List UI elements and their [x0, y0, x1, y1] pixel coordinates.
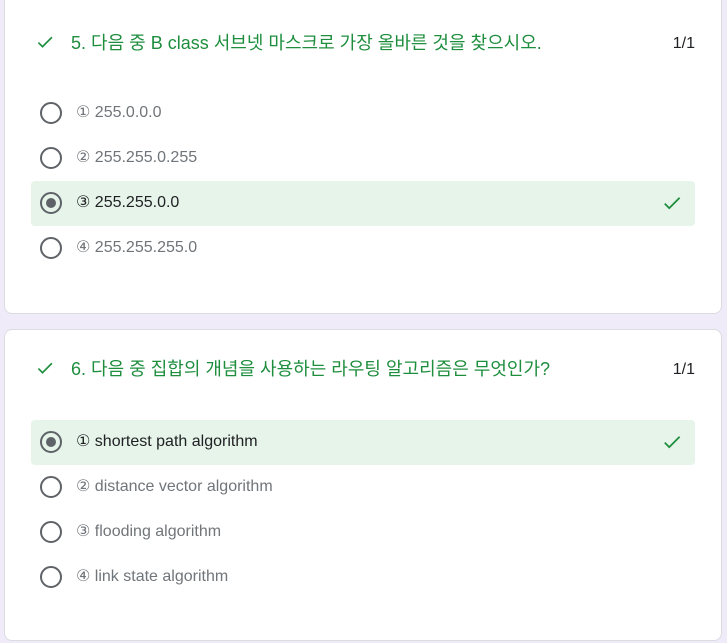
answer-option-selected-correct[interactable]: ① shortest path algorithm: [31, 420, 695, 465]
question-header: 5. 다음 중 B class 서브넷 마스크로 가장 올바른 것을 찾으시오.…: [5, 24, 721, 64]
radio-button[interactable]: [40, 566, 62, 588]
question-title: 5. 다음 중 B class 서브넷 마스크로 가장 올바른 것을 찾으시오.: [71, 33, 542, 53]
question-header: 6. 다음 중 집합의 개념을 사용하는 라우팅 알고리즘은 무엇인가? 1/1: [5, 350, 721, 390]
option-label: ② 255.255.0.255: [76, 149, 198, 166]
option-label: ③ 255.255.0.0: [76, 194, 180, 211]
answer-options: ① shortest path algorithm ② distance vec…: [31, 420, 695, 600]
radio-button-selected[interactable]: [40, 431, 62, 453]
radio-button[interactable]: [40, 147, 62, 169]
option-label: ① shortest path algorithm: [76, 433, 258, 450]
correct-answer-check-icon: [664, 197, 681, 210]
question-score: 1/1: [672, 35, 695, 52]
answer-option[interactable]: ④ 255.255.255.0: [31, 226, 695, 271]
radio-button-selected[interactable]: [40, 192, 62, 214]
answer-option[interactable]: ② distance vector algorithm: [31, 465, 695, 510]
correct-check-icon: [37, 362, 53, 374]
option-label: ① 255.0.0.0: [76, 104, 162, 121]
option-label: ② distance vector algorithm: [76, 478, 273, 495]
radio-button[interactable]: [40, 476, 62, 498]
radio-button[interactable]: [40, 521, 62, 543]
answer-option[interactable]: ② 255.255.0.255: [31, 136, 695, 181]
question-score: 1/1: [672, 361, 695, 378]
answer-option[interactable]: ④ link state algorithm: [31, 555, 695, 600]
option-label: ④ 255.255.255.0: [76, 239, 198, 256]
option-label: ④ link state algorithm: [76, 568, 229, 585]
answer-options: ① 255.0.0.0 ② 255.255.0.255 ③ 255.255.0.…: [31, 91, 695, 271]
answer-option[interactable]: ① 255.0.0.0: [31, 91, 695, 136]
radio-button[interactable]: [40, 237, 62, 259]
correct-check-icon: [37, 36, 53, 48]
answer-option[interactable]: ③ flooding algorithm: [31, 510, 695, 555]
question-card-6: 6. 다음 중 집합의 개념을 사용하는 라우팅 알고리즘은 무엇인가? 1/1…: [4, 329, 722, 641]
question-card-5: 5. 다음 중 B class 서브넷 마스크로 가장 올바른 것을 찾으시오.…: [4, 0, 722, 314]
question-title: 6. 다음 중 집합의 개념을 사용하는 라우팅 알고리즘은 무엇인가?: [71, 359, 551, 379]
radio-button[interactable]: [40, 102, 62, 124]
correct-answer-check-icon: [664, 436, 681, 449]
answer-option-selected-correct[interactable]: ③ 255.255.0.0: [31, 181, 695, 226]
option-label: ③ flooding algorithm: [76, 523, 222, 540]
